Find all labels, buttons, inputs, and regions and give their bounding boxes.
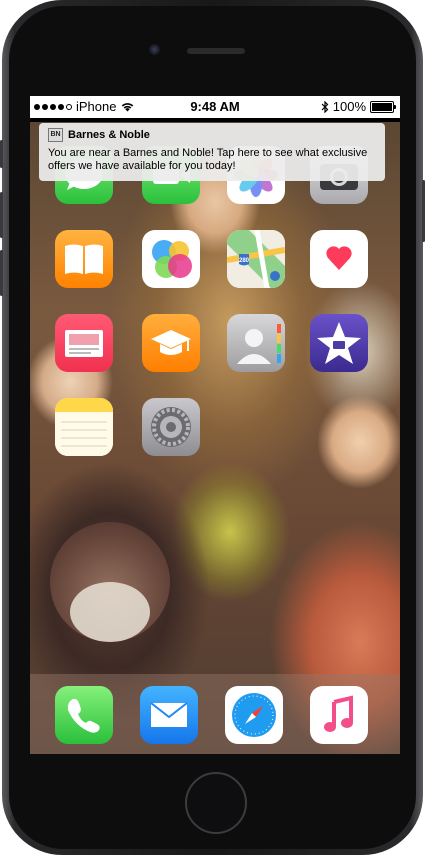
front-camera-icon: [149, 44, 160, 55]
notification-app-name: Barnes & Noble: [68, 129, 150, 141]
contacts-app[interactable]: [227, 314, 285, 372]
safari-icon: [232, 693, 276, 737]
bluetooth-icon: [321, 100, 329, 113]
volume-down-button: [0, 250, 3, 296]
music-icon: [324, 695, 353, 732]
news-app[interactable]: [55, 314, 113, 372]
maps-app[interactable]: 280: [227, 230, 285, 288]
notes-icon: [55, 398, 113, 456]
battery-icon: [370, 100, 396, 113]
imovie-icon: [317, 322, 361, 364]
wallpaper-bear-snout: [70, 582, 150, 642]
maps-sign-label: 280: [239, 258, 250, 264]
settings-app[interactable]: [142, 398, 200, 456]
safari-app[interactable]: [225, 686, 283, 744]
contacts-icon: [237, 324, 281, 364]
battery-percent: 100%: [332, 99, 366, 114]
home-button[interactable]: [185, 772, 247, 834]
health-app[interactable]: [310, 230, 368, 288]
mail-icon: [150, 702, 188, 727]
mail-app[interactable]: [140, 686, 198, 744]
phone-screen: iPhone 9:48 AM 100% 280 BN Barnes & Nobl…: [30, 96, 400, 754]
ibooks-app[interactable]: [55, 230, 113, 288]
ibooks-icon: [65, 244, 103, 274]
music-app[interactable]: [310, 686, 368, 744]
itunes-u-app[interactable]: [142, 314, 200, 372]
notification-header: BN Barnes & Noble: [48, 127, 376, 143]
notification-message: You are near a Barnes and Noble! Tap her…: [48, 147, 368, 172]
volume-up-button: [0, 192, 3, 238]
maps-icon: 280: [227, 230, 285, 288]
game-center-app[interactable]: [142, 230, 200, 288]
mute-switch: [0, 140, 3, 168]
health-icon: [326, 246, 352, 270]
imovie-app[interactable]: [310, 314, 368, 372]
battery-group: 100%: [321, 99, 396, 114]
barnes-noble-logo-icon: BN: [48, 128, 63, 142]
earpiece-speaker: [187, 48, 245, 54]
status-bar: iPhone 9:48 AM 100%: [30, 96, 400, 118]
itunes-u-icon: [151, 330, 191, 355]
settings-icon: [151, 407, 191, 447]
phone-icon: [67, 698, 100, 733]
phone-app[interactable]: [55, 686, 113, 744]
notes-app[interactable]: [55, 398, 113, 456]
game-center-icon: [152, 240, 192, 278]
notification-banner[interactable]: BN Barnes & Noble You are near a Barnes …: [39, 123, 385, 181]
news-icon: [65, 330, 103, 357]
